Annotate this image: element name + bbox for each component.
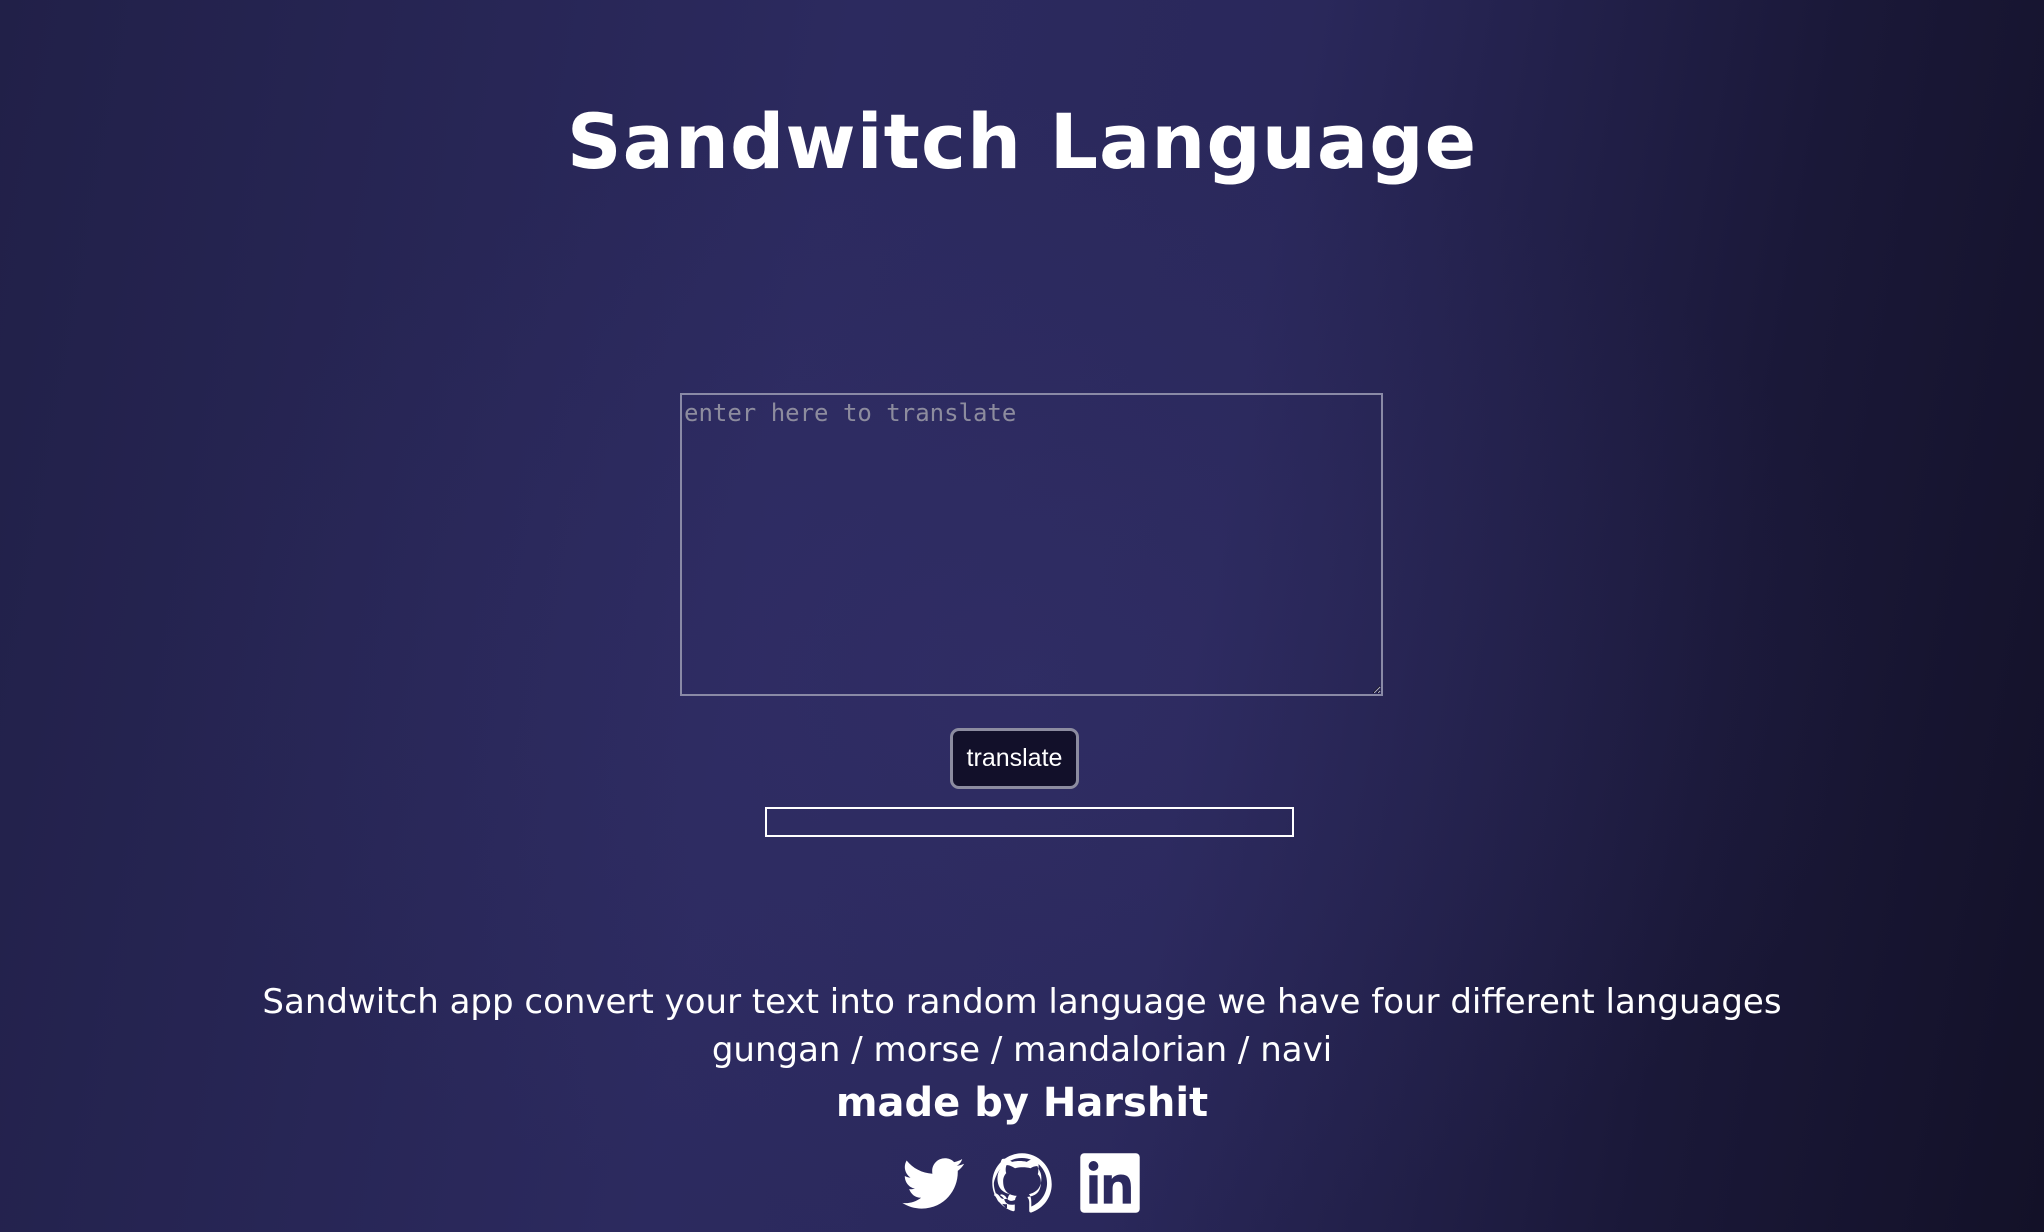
translate-button[interactable]: translate <box>950 728 1079 789</box>
twitter-icon <box>902 1158 964 1209</box>
app-description: Sandwitch app convert your text into ran… <box>262 982 1782 1022</box>
languages-list: gungan / morse / mandalorian / navi <box>711 1030 1333 1070</box>
github-icon <box>992 1153 1052 1213</box>
twitter-link[interactable] <box>901 1152 967 1214</box>
linkedin-icon <box>1080 1153 1140 1213</box>
social-links <box>0 1152 2044 1214</box>
page-title: Sandwitch Language <box>566 97 1478 186</box>
translate-input[interactable] <box>680 393 1383 696</box>
github-link[interactable] <box>989 1152 1055 1214</box>
linkedin-link[interactable] <box>1077 1152 1143 1214</box>
author-credit: made by Harshit <box>835 1080 1209 1126</box>
translation-output <box>765 807 1294 837</box>
